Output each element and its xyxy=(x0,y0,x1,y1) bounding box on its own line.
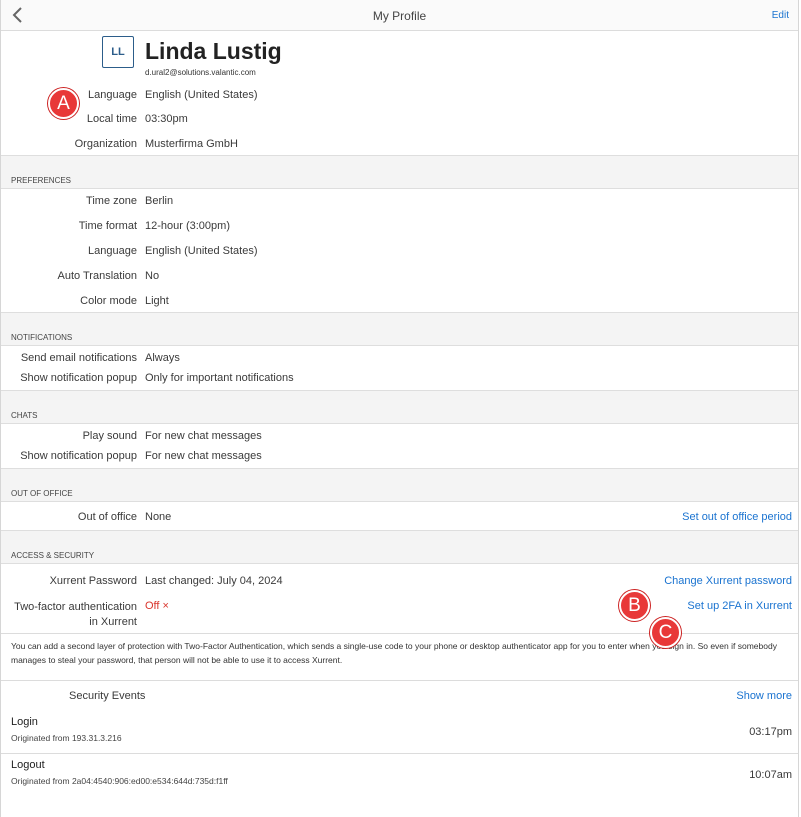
profile-window: My Profile Edit LL Linda Lustig d.ural2@… xyxy=(0,0,799,817)
field-label-line: Two-factor authentication xyxy=(14,601,137,613)
field-row-time-zone: Time zone Berlin xyxy=(1,189,798,214)
field-value: Last changed: July 04, 2024 xyxy=(145,575,283,587)
profile-email: d.ural2@solutions.valantic.com xyxy=(145,68,256,77)
field-row-chat-popup: Show notification popup For new chat mes… xyxy=(1,448,798,468)
annotation-marker-b: B xyxy=(619,590,650,621)
field-label: Local time xyxy=(86,113,137,125)
field-label: Send email notifications xyxy=(20,352,137,364)
field-value: Always xyxy=(145,352,180,364)
field-value: Light xyxy=(145,295,169,307)
field-row-language: Language English (United States) xyxy=(1,85,798,109)
set-out-of-office-link[interactable]: Set out of office period xyxy=(682,511,792,523)
field-row-password: Xurrent Password Last changed: July 04, … xyxy=(1,564,798,589)
field-label: Auto Translation xyxy=(57,270,138,282)
field-value: Berlin xyxy=(145,195,174,207)
field-row-auto-translation: Auto Translation No xyxy=(1,264,798,289)
profile-header: LL Linda Lustig d.ural2@solutions.valant… xyxy=(1,31,798,85)
event-title: Login xyxy=(11,716,38,728)
section-header-out-of-office: OUT OF OFFICE xyxy=(1,468,798,502)
field-label: Play sound xyxy=(82,430,137,442)
field-label-line: in Xurrent xyxy=(89,616,137,628)
field-value: For new chat messages xyxy=(145,450,262,462)
profile-name: Linda Lustig xyxy=(145,38,282,64)
annotation-marker-c: C xyxy=(650,617,681,648)
avatar: LL xyxy=(102,36,134,68)
field-label: Time zone xyxy=(86,195,137,207)
setup-2fa-link[interactable]: Set up 2FA in Xurrent xyxy=(687,600,792,612)
field-label: Language xyxy=(88,89,137,101)
field-value: 12-hour (3:00pm) xyxy=(145,220,230,232)
security-event-row: Logout Originated from 2a04:4540:906:ed0… xyxy=(1,753,798,795)
field-row-play-sound: Play sound For new chat messages xyxy=(1,424,798,448)
field-label: Time format xyxy=(78,220,137,232)
field-row-local-time: Local time 03:30pm xyxy=(1,109,798,133)
field-value: Only for important notifications xyxy=(145,372,294,384)
field-label: Organization xyxy=(74,138,137,150)
security-event-row: Login Originated from 193.31.3.216 03:17… xyxy=(1,711,798,753)
field-row-organization: Organization Musterfirma GmbH xyxy=(1,133,798,155)
show-more-link[interactable]: Show more xyxy=(736,690,792,702)
section-header-notifications: NOTIFICATIONS xyxy=(1,312,798,346)
section-header-access-security: ACCESS & SECURITY xyxy=(1,530,798,564)
field-label: Two-factor authentication in Xurrent xyxy=(14,600,137,630)
field-value: For new chat messages xyxy=(145,430,262,442)
section-title: ACCESS & SECURITY xyxy=(11,551,95,560)
field-row-out-of-office: Out of office None Set out of office per… xyxy=(1,502,798,530)
two-factor-status: Off × xyxy=(145,600,169,612)
event-origin: Originated from 193.31.3.216 xyxy=(11,733,122,743)
field-row-time-format: Time format 12-hour (3:00pm) xyxy=(1,214,798,239)
field-value: English (United States) xyxy=(145,245,258,257)
field-value: No xyxy=(145,270,160,282)
field-value: Musterfirma GmbH xyxy=(145,138,238,150)
change-password-link[interactable]: Change Xurrent password xyxy=(664,575,792,587)
security-events-title: Security Events xyxy=(69,690,146,702)
edit-link[interactable]: Edit xyxy=(772,10,789,21)
field-label: Show notification popup xyxy=(20,450,137,462)
page-title: My Profile xyxy=(372,9,427,23)
field-row-color-mode: Color mode Light xyxy=(1,289,798,312)
field-row-notification-popup: Show notification popup Only for importa… xyxy=(1,370,798,390)
section-header-chats: CHATS xyxy=(1,390,798,424)
field-value: 03:30pm xyxy=(145,113,188,125)
field-value: None xyxy=(145,511,172,523)
field-label: Color mode xyxy=(80,295,137,307)
field-label: Out of office xyxy=(77,511,137,523)
field-row-send-email: Send email notifications Always xyxy=(1,346,798,370)
section-header-preferences: PREFERENCES xyxy=(1,155,798,189)
section-title: CHATS xyxy=(11,411,38,420)
event-origin: Originated from 2a04:4540:906:ed00:e534:… xyxy=(11,776,228,786)
field-row-language: Language English (United States) xyxy=(1,239,798,264)
event-title: Logout xyxy=(11,759,45,771)
field-label: Show notification popup xyxy=(20,372,137,384)
section-title: PREFERENCES xyxy=(11,176,72,185)
event-time: 10:07am xyxy=(749,769,792,781)
event-time: 03:17pm xyxy=(749,726,792,738)
top-bar: My Profile Edit xyxy=(1,0,798,31)
field-label: Language xyxy=(88,245,137,257)
section-title: NOTIFICATIONS xyxy=(11,333,73,342)
field-label: Xurrent Password xyxy=(49,575,137,587)
field-value: English (United States) xyxy=(145,89,258,101)
annotation-marker-a: A xyxy=(48,88,79,119)
section-title: OUT OF OFFICE xyxy=(11,489,73,498)
security-events-header: Security Events Show more xyxy=(1,681,798,711)
